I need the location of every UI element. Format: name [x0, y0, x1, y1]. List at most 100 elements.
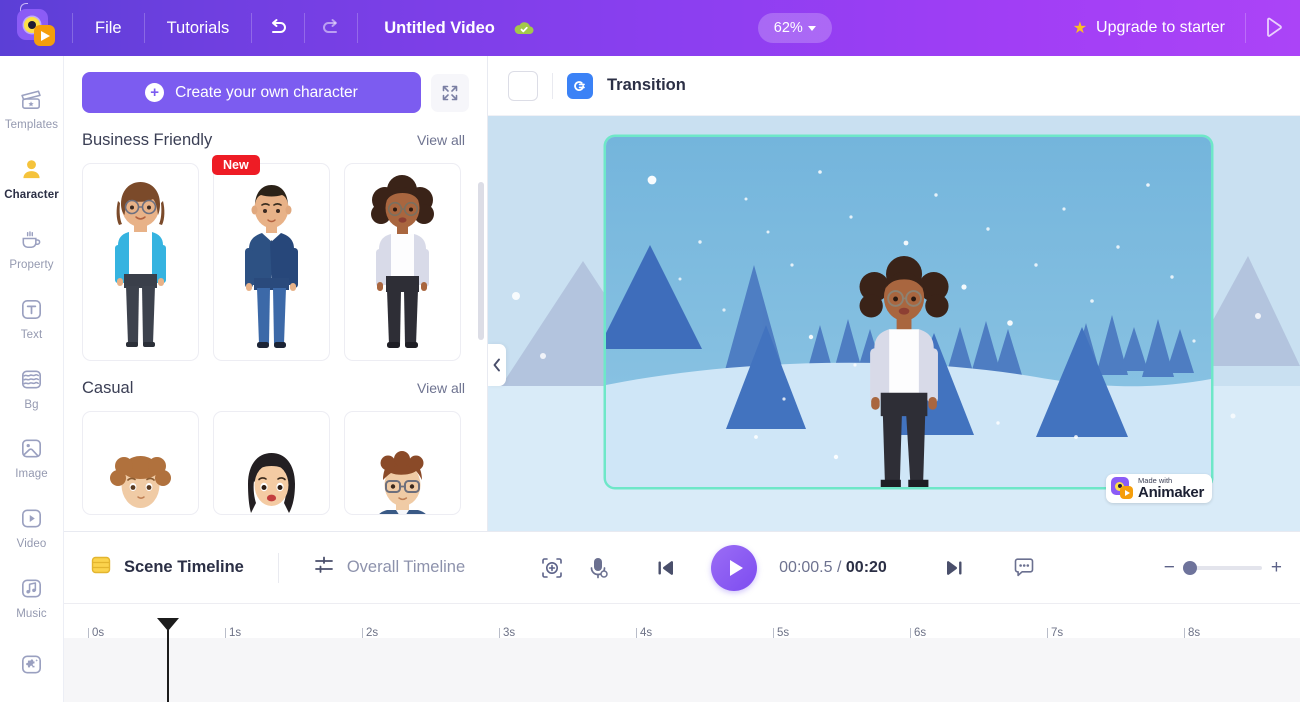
- animaker-logo[interactable]: [0, 0, 72, 56]
- image-icon: [18, 435, 45, 462]
- overall-timeline-icon: [313, 554, 335, 581]
- panel-header: + Create your own character: [64, 56, 487, 113]
- sidebar-item-character[interactable]: Character: [0, 144, 63, 214]
- character-card-3[interactable]: [344, 163, 461, 361]
- microphone-icon[interactable]: [575, 545, 621, 591]
- transition-checkbox[interactable]: [508, 70, 538, 101]
- character-card-1[interactable]: [82, 163, 199, 361]
- stage-header: Transition: [488, 56, 1300, 116]
- time-separator: /: [836, 558, 842, 576]
- character-panel: + Create your own character Business Fri…: [64, 56, 488, 531]
- star-icon: ★: [1072, 20, 1088, 37]
- character-thumb: [248, 453, 295, 513]
- section-title: Casual: [82, 379, 134, 397]
- music-icon: [18, 575, 45, 602]
- undo-icon[interactable]: [252, 0, 304, 56]
- divider: [277, 552, 279, 583]
- timeline-playhead[interactable]: [157, 618, 179, 702]
- create-character-button[interactable]: + Create your own character: [82, 72, 421, 113]
- character-thumb: [379, 451, 426, 514]
- sidebar-item-bg[interactable]: Bg: [0, 353, 63, 423]
- sidebar-item-music[interactable]: Music: [0, 562, 63, 632]
- character-card-6[interactable]: [344, 411, 461, 515]
- text-icon: [18, 296, 45, 323]
- expand-arrows-icon[interactable]: [431, 73, 469, 112]
- chevron-down-icon: [807, 25, 816, 31]
- watermark-brand: Animaker: [1138, 484, 1204, 501]
- sidebar-item-text[interactable]: Text: [0, 283, 63, 353]
- panel-scrollbar[interactable]: [478, 182, 484, 340]
- sidebar-item-property[interactable]: Property: [0, 214, 63, 284]
- character-card-2[interactable]: New: [212, 155, 330, 361]
- timeline-ruler-area: 0s 1s 2s 3s 4s 5s 6s 7s 8s: [64, 604, 1300, 702]
- total-time: 00:20: [845, 558, 887, 576]
- character-thumb: [110, 456, 171, 508]
- divider: [552, 72, 553, 99]
- upgrade-button[interactable]: ★ Upgrade to starter: [1053, 0, 1245, 56]
- collapse-panel-button[interactable]: [488, 344, 506, 386]
- video-preview-frame[interactable]: [606, 137, 1211, 487]
- zoom-out-button[interactable]: −: [1164, 558, 1175, 577]
- menu-tutorials[interactable]: Tutorials: [145, 0, 252, 56]
- character-card-4[interactable]: [82, 411, 199, 515]
- time-display: 00:00.5 / 00:20: [779, 559, 887, 577]
- transition-label: Transition: [607, 76, 686, 94]
- zoom-slider-track[interactable]: [1182, 560, 1262, 575]
- upgrade-label: Upgrade to starter: [1096, 19, 1225, 36]
- timeline-tracks[interactable]: [64, 638, 1300, 702]
- character-grid-casual: [64, 398, 487, 515]
- character-thumb: [115, 182, 166, 347]
- play-button[interactable]: [711, 544, 758, 591]
- publish-play-icon[interactable]: [1246, 0, 1300, 56]
- view-all-casual[interactable]: View all: [417, 380, 465, 396]
- character-icon: [18, 156, 45, 183]
- effects-puzzle-icon: [18, 651, 45, 678]
- sidebar-label: Image: [15, 468, 48, 481]
- watermark-logo-icon: [1111, 477, 1134, 500]
- timeline-ruler[interactable]: 0s 1s 2s 3s 4s 5s 6s 7s 8s: [64, 604, 1300, 639]
- scene-artwork: [606, 137, 1211, 487]
- canvas-stage[interactable]: Made with Animaker: [488, 116, 1300, 531]
- timeline-zoom-slider[interactable]: − +: [1164, 558, 1282, 577]
- character-thumb: [371, 175, 434, 348]
- previous-scene-icon[interactable]: [643, 545, 689, 591]
- overall-timeline-label: Overall Timeline: [346, 558, 466, 576]
- sidebar-label: Text: [20, 328, 43, 341]
- next-scene-icon[interactable]: [931, 545, 977, 591]
- chevron-left-icon: [493, 358, 500, 372]
- sidebar-item-video[interactable]: Video: [0, 493, 63, 563]
- section-header-business: Business Friendly View all: [64, 113, 487, 150]
- view-all-business[interactable]: View all: [417, 132, 465, 148]
- tab-overall-timeline[interactable]: Overall Timeline: [305, 554, 473, 581]
- sidebar-item-templates[interactable]: Templates: [0, 74, 63, 144]
- sidebar-item-effects[interactable]: [0, 632, 63, 702]
- cloud-saved-icon: [511, 15, 537, 41]
- add-scene-icon[interactable]: [529, 545, 575, 591]
- redo-icon[interactable]: [305, 0, 357, 56]
- sidebar-label: Video: [16, 538, 47, 551]
- subtitle-icon[interactable]: [1001, 545, 1047, 591]
- new-badge: New: [212, 155, 260, 175]
- section-header-casual: Casual View all: [64, 361, 487, 398]
- left-sidebar: Templates Character Property Text Bg Ima…: [0, 56, 64, 702]
- project-title[interactable]: Untitled Video: [358, 0, 511, 56]
- sidebar-item-image[interactable]: Image: [0, 423, 63, 493]
- scene-timeline-icon: [90, 554, 112, 581]
- zoom-level-dropdown[interactable]: 62%: [757, 13, 832, 43]
- video-icon: [18, 505, 45, 532]
- sidebar-label: Property: [9, 258, 54, 271]
- zoom-in-button[interactable]: +: [1271, 558, 1282, 577]
- character-card-5[interactable]: [213, 411, 330, 515]
- templates-icon: [18, 86, 45, 113]
- background-icon: [18, 366, 45, 393]
- transition-icon[interactable]: [567, 72, 593, 99]
- menu-file[interactable]: File: [73, 0, 144, 56]
- animaker-watermark: Made with Animaker: [1106, 473, 1212, 503]
- character-thumb: [245, 185, 298, 348]
- scene-timeline-label: Scene Timeline: [124, 558, 244, 576]
- zoom-level-value: 62%: [773, 20, 803, 36]
- top-bar: File Tutorials Untitled Video 62% ★ Upgr…: [0, 0, 1300, 56]
- tab-scene-timeline[interactable]: Scene Timeline: [82, 554, 252, 581]
- zoom-slider-knob[interactable]: [1182, 560, 1197, 575]
- playhead-line: [167, 630, 169, 702]
